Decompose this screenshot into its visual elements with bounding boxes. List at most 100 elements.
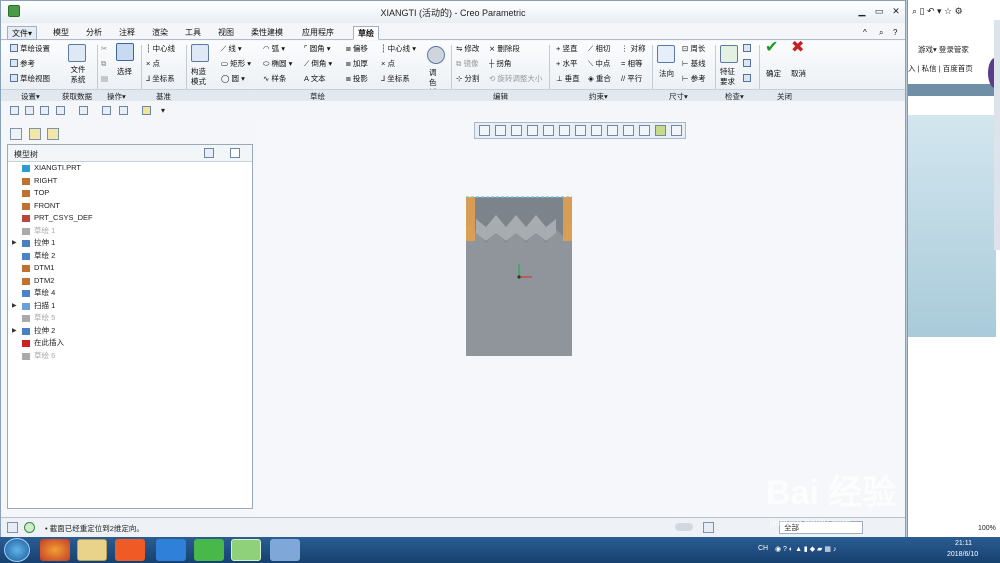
tree-item[interactable]: 草绘 2: [8, 250, 252, 263]
browser-toolbar-icons[interactable]: ⌕ ▯ ↶ ▾ ☆ ⚙: [912, 6, 963, 17]
model-tree-tab-icon[interactable]: [10, 128, 22, 140]
feature-requirements-icon[interactable]: [720, 45, 738, 63]
symmetric-constraint-button[interactable]: ⋮ 对称: [621, 44, 646, 54]
sketch-canvas[interactable]: [256, 119, 904, 517]
normal-dimension-button[interactable]: 法向: [659, 69, 674, 79]
select-button[interactable]: 选择: [117, 67, 132, 77]
zoom-in-icon[interactable]: [495, 125, 506, 136]
tangent-constraint-button[interactable]: ⟋ 相切: [588, 44, 610, 54]
clock-time[interactable]: 21:11: [955, 540, 972, 547]
tab-annotate[interactable]: 注释: [115, 26, 139, 40]
maximize-button[interactable]: ▭: [872, 6, 886, 17]
sketcher-display-icon[interactable]: [655, 125, 666, 136]
customize-toolbar-icon[interactable]: ▾: [161, 106, 170, 115]
tree-item[interactable]: XIANGTI.PRT: [8, 162, 252, 175]
mirror-button[interactable]: ⧉ 镜像: [456, 59, 478, 69]
start-button[interactable]: [4, 538, 30, 562]
file-system-icon[interactable]: [68, 44, 86, 62]
equal-constraint-button[interactable]: = 相等: [621, 59, 642, 69]
palette-icon[interactable]: [427, 46, 445, 64]
group-inspect[interactable]: 检查▾: [725, 91, 744, 102]
browser-menu[interactable]: 游戏▾ 登录管家: [918, 44, 969, 55]
reference-dimension-button[interactable]: ⊢ 参考: [682, 74, 706, 84]
arc-button[interactable]: ◠ 弧 ▾: [263, 44, 285, 54]
favorites-tab-icon[interactable]: [47, 128, 59, 140]
references-button[interactable]: 参考: [10, 59, 35, 69]
search-icon[interactable]: ⌕: [875, 26, 887, 40]
parallel-constraint-button[interactable]: // 平行: [621, 74, 642, 84]
sketch-point-button[interactable]: × 点: [381, 59, 395, 69]
media-player-taskbar-icon[interactable]: [115, 539, 145, 561]
expand-arrow-icon[interactable]: ▶: [12, 237, 17, 250]
view-manager-icon[interactable]: [575, 125, 586, 136]
progress-toggle[interactable]: [675, 523, 693, 531]
expand-arrow-icon[interactable]: ▶: [12, 325, 17, 338]
group-dimension[interactable]: 尺寸▾: [669, 91, 688, 102]
perpendicular-constraint-button[interactable]: ⊥ 垂直: [556, 74, 580, 84]
show-navigator-icon[interactable]: [7, 522, 18, 533]
browser-taskbar-icon[interactable]: [40, 539, 70, 561]
datum-point-button[interactable]: × 点: [146, 59, 160, 69]
group-operations[interactable]: 操作▾: [107, 91, 126, 102]
tree-item[interactable]: FRONT: [8, 200, 252, 213]
tab-applications[interactable]: 应用程序: [298, 26, 338, 40]
select-arrow-icon[interactable]: [116, 43, 134, 61]
tab-render[interactable]: 渲染: [148, 26, 172, 40]
coincident-constraint-button[interactable]: ◈ 重合: [588, 74, 611, 84]
system-tray-icons[interactable]: ◉ ? ◐ ▲ ▮ ◆ ▰ ▦ ♪: [775, 545, 836, 553]
tree-item[interactable]: ▶ 扫描 1: [8, 300, 252, 313]
spline-button[interactable]: ∿ 样条: [263, 74, 286, 84]
text-button[interactable]: A 文本: [304, 74, 326, 84]
find-icon[interactable]: [703, 522, 714, 533]
paste-icon[interactable]: ▤: [101, 74, 108, 84]
folder-browser-tab-icon[interactable]: [29, 128, 41, 140]
undo-icon[interactable]: [56, 106, 65, 115]
help-icon[interactable]: ?: [889, 26, 901, 40]
horizontal-constraint-button[interactable]: + 水平: [556, 59, 577, 69]
ok-checkmark-icon[interactable]: ✔: [765, 40, 778, 56]
inspect-overlap-icon[interactable]: [743, 59, 753, 69]
tree-item[interactable]: ▶ 拉伸 2: [8, 325, 252, 338]
clock-date[interactable]: 2018/6/10: [947, 551, 978, 558]
line-button[interactable]: ⟋ 线 ▾: [221, 44, 242, 54]
delete-segment-button[interactable]: ⨯ 删除段: [489, 44, 520, 54]
new-file-icon[interactable]: [10, 106, 19, 115]
corner-button[interactable]: ┼ 拐角: [489, 59, 511, 69]
fillet-button[interactable]: ⌜ 圆角 ▾: [304, 44, 330, 54]
paint-taskbar-icon[interactable]: [270, 539, 300, 561]
tab-tools[interactable]: 工具: [181, 26, 205, 40]
group-constrain[interactable]: 约束▾: [589, 91, 608, 102]
sketch-csys-button[interactable]: ⅃ 坐标系: [381, 74, 410, 84]
graphics-area[interactable]: [256, 119, 904, 517]
tab-flexible-modeling[interactable]: 柔性建模: [247, 26, 287, 40]
chamfer-button[interactable]: ⟋ 倒角 ▾: [304, 59, 332, 69]
sketch-centerline-button[interactable]: ┆ 中心线 ▾: [381, 44, 416, 54]
browser-links[interactable]: 入 | 私信 | 百度首页: [908, 63, 973, 74]
tree-item[interactable]: 草绘 1: [8, 225, 252, 238]
thicken-button[interactable]: ⧈ 加厚: [346, 59, 368, 69]
tree-item[interactable]: PRT_CSYS_DEF: [8, 212, 252, 225]
repaint-icon[interactable]: [527, 125, 538, 136]
rectangle-button[interactable]: ▭ 矩形 ▾: [221, 59, 251, 69]
minimize-button[interactable]: ▁: [855, 6, 869, 17]
tree-item[interactable]: 在此插入: [8, 337, 252, 350]
cloud-app-taskbar-icon[interactable]: [156, 539, 186, 561]
tab-model[interactable]: 模型: [49, 26, 73, 40]
sketch-view-button[interactable]: 草绘视图: [10, 74, 50, 84]
display-style-icon[interactable]: [543, 125, 554, 136]
normal-dimension-icon[interactable]: [657, 45, 675, 63]
zoom-out-icon[interactable]: [511, 125, 522, 136]
cancel-x-icon[interactable]: ✖: [791, 40, 804, 56]
security-app-taskbar-icon[interactable]: [194, 539, 224, 561]
divide-button[interactable]: ⊹ 分割: [456, 74, 479, 84]
tree-item[interactable]: 草绘 4: [8, 287, 252, 300]
file-system-button[interactable]: 文件系统: [67, 65, 89, 85]
tree-item[interactable]: 草绘 6: [8, 350, 252, 363]
perspective-icon[interactable]: [591, 125, 602, 136]
sketch-view-orient-icon[interactable]: [671, 125, 682, 136]
datum-csys-button[interactable]: ⅃ 坐标系: [146, 74, 175, 84]
tab-analysis[interactable]: 分析: [82, 26, 106, 40]
tree-item[interactable]: RIGHT: [8, 175, 252, 188]
feature-requirements-button[interactable]: 特征要求: [720, 67, 738, 87]
construction-mode-button[interactable]: 构造模式: [191, 67, 211, 87]
